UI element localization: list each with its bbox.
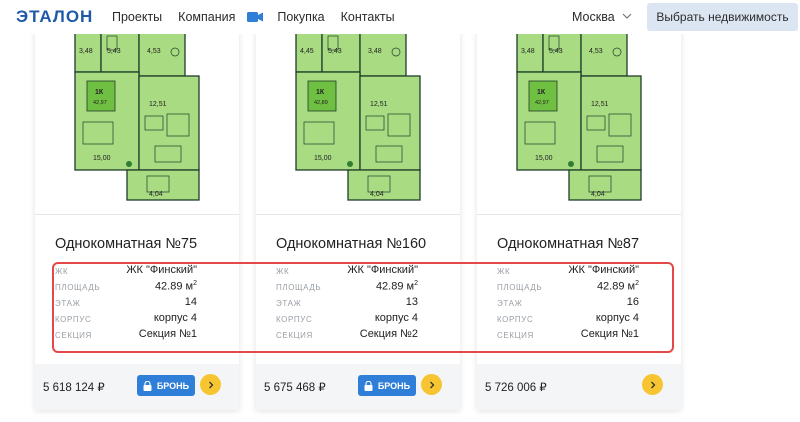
page: ЭТАЛОН Проекты Компания Покупка Контакты… — [0, 0, 800, 422]
main-nav: Проекты Компания Покупка Контакты — [112, 10, 411, 24]
highlight-frame — [52, 262, 674, 353]
nav-purchase[interactable]: Покупка — [277, 10, 324, 24]
floor-plan-image[interactable]: 3,48 5,43 4,53 1К 42,97 12,51 15,00 4,04 — [35, 26, 239, 214]
svg-text:12,51: 12,51 — [149, 101, 167, 108]
apartment-title[interactable]: Однокомнатная №87 — [497, 236, 639, 252]
details-arrow-button[interactable] — [642, 374, 663, 395]
card-divider — [256, 214, 460, 215]
svg-text:15,00: 15,00 — [314, 155, 332, 162]
svg-text:42,97: 42,97 — [93, 100, 107, 106]
select-property-button[interactable]: Выбрать недвижимость — [647, 3, 798, 31]
lock-icon — [364, 380, 373, 391]
nav-contacts[interactable]: Контакты — [341, 10, 395, 24]
card-divider — [477, 214, 681, 215]
site-header: ЭТАЛОН Проекты Компания Покупка Контакты… — [0, 0, 800, 34]
video-camera-icon[interactable] — [247, 11, 264, 23]
details-arrow-button[interactable] — [200, 374, 221, 395]
lock-icon — [143, 380, 152, 391]
city-selector[interactable]: Москва — [572, 10, 615, 24]
details-arrow-button[interactable] — [421, 374, 442, 395]
book-button[interactable]: БРОНЬ — [137, 375, 195, 396]
price: 5 618 124 ₽ — [43, 382, 105, 394]
svg-text:4,53: 4,53 — [589, 48, 603, 55]
svg-text:42,89: 42,89 — [314, 100, 328, 106]
svg-text:4,53: 4,53 — [147, 48, 161, 55]
svg-text:42,97: 42,97 — [535, 100, 549, 106]
price: 5 675 468 ₽ — [264, 382, 326, 394]
svg-text:4,45: 4,45 — [300, 48, 314, 55]
svg-text:1К: 1К — [95, 89, 104, 96]
floor-plan-image[interactable]: 3,48 5,43 4,53 1К 42,97 12,51 15,00 4,04 — [477, 26, 681, 214]
card-footer: 5 675 468 ₽ БРОНЬ — [256, 364, 460, 410]
svg-text:5,43: 5,43 — [328, 48, 342, 55]
svg-text:3,48: 3,48 — [521, 48, 535, 55]
svg-text:4,04: 4,04 — [149, 191, 163, 198]
floor-plan-image[interactable]: 4,45 5,43 3,48 1К 42,89 12,51 15,00 4,04 — [256, 26, 460, 214]
logo[interactable]: ЭТАЛОН — [16, 7, 93, 27]
card-footer: 5 726 006 ₽ — [477, 364, 681, 410]
apartment-title[interactable]: Однокомнатная №75 — [55, 236, 197, 252]
svg-text:15,00: 15,00 — [93, 155, 111, 162]
svg-text:3,48: 3,48 — [368, 48, 382, 55]
nav-company[interactable]: Компания — [178, 10, 235, 24]
svg-text:4,04: 4,04 — [370, 191, 384, 198]
chevron-right-icon — [429, 381, 434, 388]
svg-text:1К: 1К — [316, 89, 325, 96]
svg-text:3,48: 3,48 — [79, 48, 93, 55]
chevron-right-icon — [650, 381, 655, 388]
svg-text:5,43: 5,43 — [549, 48, 563, 55]
svg-text:5,43: 5,43 — [107, 48, 121, 55]
card-divider — [35, 214, 239, 215]
price: 5 726 006 ₽ — [485, 382, 547, 394]
chevron-right-icon — [208, 381, 213, 388]
apartment-title[interactable]: Однокомнатная №160 — [276, 236, 426, 252]
chevron-down-icon[interactable] — [622, 11, 632, 21]
card-footer: 5 618 124 ₽ БРОНЬ — [35, 364, 239, 410]
svg-text:12,51: 12,51 — [591, 101, 609, 108]
svg-text:12,51: 12,51 — [370, 101, 388, 108]
svg-text:1К: 1К — [537, 89, 546, 96]
svg-text:15,00: 15,00 — [535, 155, 553, 162]
svg-text:4,04: 4,04 — [591, 191, 605, 198]
nav-projects[interactable]: Проекты — [112, 10, 162, 24]
book-button[interactable]: БРОНЬ — [358, 375, 416, 396]
